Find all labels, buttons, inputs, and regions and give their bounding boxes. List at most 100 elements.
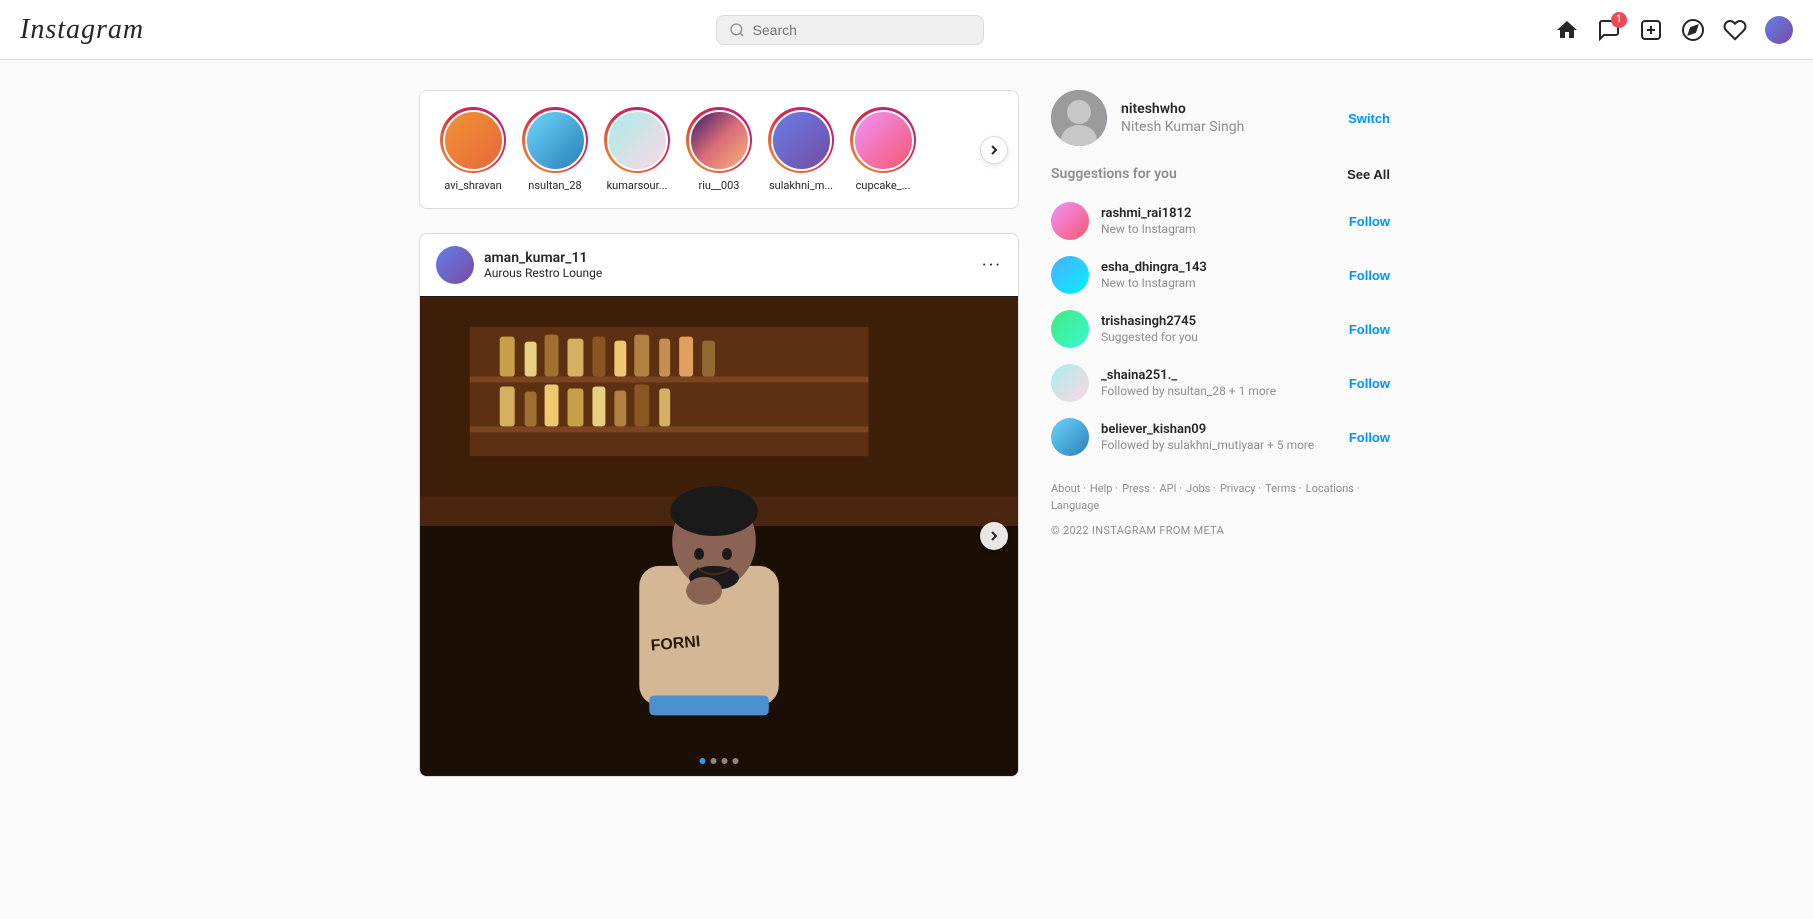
story-avatar bbox=[607, 110, 668, 171]
post-image-next-button[interactable] bbox=[980, 522, 1008, 550]
story-item[interactable]: nsultan_28 bbox=[522, 107, 588, 192]
suggestion-avatar[interactable] bbox=[1051, 310, 1089, 348]
suggestion-text: esha_dhingra_143 New to Instagram bbox=[1101, 260, 1207, 290]
follow-button[interactable]: Follow bbox=[1349, 268, 1390, 283]
post-dot-3[interactable] bbox=[722, 758, 728, 764]
suggestion-left: rashmi_rai1812 New to Instagram bbox=[1051, 202, 1196, 240]
suggestion-avatar[interactable] bbox=[1051, 364, 1089, 402]
suggestion-text: trishasingh2745 Suggested for you bbox=[1101, 314, 1198, 344]
sidebar-footer: About Help Press API Jobs Privacy Terms Locatio… bbox=[1047, 482, 1394, 537]
footer-link[interactable]: About bbox=[1051, 482, 1086, 495]
suggestion-avatar[interactable] bbox=[1051, 418, 1089, 456]
notification-badge: 1 bbox=[1611, 12, 1627, 28]
post-location: Aurous Restro Lounge bbox=[484, 266, 602, 280]
story-username: cupcake_... bbox=[856, 179, 911, 192]
see-all-button[interactable]: See All bbox=[1347, 167, 1390, 182]
suggestions-list: rashmi_rai1812 New to Instagram Follow e… bbox=[1047, 196, 1394, 462]
follow-button[interactable]: Follow bbox=[1349, 214, 1390, 229]
follow-button[interactable]: Follow bbox=[1349, 376, 1390, 391]
post-container: aman_kumar_11 Aurous Restro Lounge ··· bbox=[419, 233, 1019, 777]
post-more-button[interactable]: ··· bbox=[982, 255, 1002, 276]
suggestion-avatar[interactable] bbox=[1051, 202, 1089, 240]
story-avatar bbox=[853, 110, 914, 171]
footer-link[interactable]: Jobs bbox=[1186, 482, 1216, 495]
footer-link[interactable]: Locations bbox=[1306, 482, 1360, 495]
search-icon bbox=[729, 22, 745, 38]
stories-list: avi_shravan nsultan_28 kumarsour... riu_… bbox=[440, 107, 916, 192]
feed-column: avi_shravan nsultan_28 kumarsour... riu_… bbox=[419, 90, 1019, 777]
suggestion-sub: Followed by nsultan_28 + 1 more bbox=[1101, 384, 1276, 398]
post-dot-4[interactable] bbox=[733, 758, 739, 764]
story-avatar-ring bbox=[604, 107, 670, 173]
suggestion-item: believer_kishan09 Followed by sulakhni_m… bbox=[1047, 412, 1394, 462]
create-icon[interactable] bbox=[1639, 18, 1663, 42]
suggestion-left: believer_kishan09 Followed by sulakhni_m… bbox=[1051, 418, 1314, 456]
follow-button[interactable]: Follow bbox=[1349, 430, 1390, 445]
search-bar[interactable] bbox=[716, 15, 984, 45]
story-avatar-ring bbox=[686, 107, 752, 173]
footer-link[interactable]: Terms bbox=[1265, 482, 1302, 495]
story-avatar bbox=[525, 110, 586, 171]
right-sidebar: niteshwho Nitesh Kumar Singh Switch Sugg… bbox=[1047, 90, 1394, 537]
profile-fullname: Nitesh Kumar Singh bbox=[1121, 119, 1244, 135]
suggestion-username: believer_kishan09 bbox=[1101, 422, 1314, 437]
explore-icon[interactable] bbox=[1681, 18, 1705, 42]
suggestion-text: _shaina251._ Followed by nsultan_28 + 1 … bbox=[1101, 368, 1276, 398]
suggestion-left: _shaina251._ Followed by nsultan_28 + 1 … bbox=[1051, 364, 1276, 402]
post-user-avatar bbox=[436, 246, 474, 284]
post-dot-1[interactable] bbox=[700, 758, 706, 764]
suggestion-username: esha_dhingra_143 bbox=[1101, 260, 1207, 275]
story-item[interactable]: avi_shravan bbox=[440, 107, 506, 192]
post-image-dots bbox=[700, 758, 739, 764]
suggestion-item: _shaina251._ Followed by nsultan_28 + 1 … bbox=[1047, 358, 1394, 408]
profile-text: niteshwho Nitesh Kumar Singh bbox=[1121, 101, 1244, 135]
footer-link[interactable]: Language bbox=[1051, 499, 1099, 512]
post-user-info: aman_kumar_11 Aurous Restro Lounge bbox=[484, 250, 602, 280]
post-dot-2[interactable] bbox=[711, 758, 717, 764]
footer-link[interactable]: API bbox=[1159, 482, 1182, 495]
story-item[interactable]: cupcake_... bbox=[850, 107, 916, 192]
post-header: aman_kumar_11 Aurous Restro Lounge ··· bbox=[420, 234, 1018, 296]
suggestion-item: esha_dhingra_143 New to Instagram Follow bbox=[1047, 250, 1394, 300]
stories-next-button[interactable] bbox=[980, 136, 1008, 164]
header-nav: 1 bbox=[1555, 16, 1793, 44]
suggestion-text: believer_kishan09 Followed by sulakhni_m… bbox=[1101, 422, 1314, 452]
story-item[interactable]: riu__003 bbox=[686, 107, 752, 192]
footer-link[interactable]: Press bbox=[1122, 482, 1155, 495]
story-avatar bbox=[443, 110, 504, 171]
suggestion-text: rashmi_rai1812 New to Instagram bbox=[1101, 206, 1196, 236]
story-item[interactable]: kumarsour... bbox=[604, 107, 670, 192]
footer-link[interactable]: Help bbox=[1090, 482, 1118, 495]
story-username: avi_shravan bbox=[444, 179, 501, 192]
search-input[interactable] bbox=[753, 22, 971, 38]
story-username: nsultan_28 bbox=[528, 179, 581, 192]
profile-username: niteshwho bbox=[1121, 101, 1244, 117]
follow-button[interactable]: Follow bbox=[1349, 322, 1390, 337]
post-image-container: FORNI bbox=[420, 296, 1018, 776]
switch-account-button[interactable]: Switch bbox=[1348, 111, 1390, 126]
post-username: aman_kumar_11 bbox=[484, 250, 602, 266]
suggestion-username: _shaina251._ bbox=[1101, 368, 1276, 383]
suggestion-left: trishasingh2745 Suggested for you bbox=[1051, 310, 1198, 348]
story-item[interactable]: sulakhni_m... bbox=[768, 107, 834, 192]
story-avatar-ring bbox=[522, 107, 588, 173]
stories-container: avi_shravan nsultan_28 kumarsour... riu_… bbox=[419, 90, 1019, 209]
post-user[interactable]: aman_kumar_11 Aurous Restro Lounge bbox=[436, 246, 602, 284]
suggestion-sub: New to Instagram bbox=[1101, 276, 1207, 290]
footer-link[interactable]: Privacy bbox=[1220, 482, 1261, 495]
post-image: FORNI bbox=[420, 296, 1018, 776]
profile-avatar[interactable] bbox=[1051, 90, 1107, 146]
main-container: avi_shravan nsultan_28 kumarsour... riu_… bbox=[419, 90, 1394, 777]
story-avatar-ring bbox=[850, 107, 916, 173]
likes-icon[interactable] bbox=[1723, 18, 1747, 42]
profile-avatar-nav[interactable] bbox=[1765, 16, 1793, 44]
suggestion-sub: Suggested for you bbox=[1101, 330, 1198, 344]
story-avatar-ring bbox=[440, 107, 506, 173]
suggestion-username: trishasingh2745 bbox=[1101, 314, 1198, 329]
suggestion-avatar[interactable] bbox=[1051, 256, 1089, 294]
home-icon[interactable] bbox=[1555, 18, 1579, 42]
suggestions-header: Suggestions for you See All bbox=[1047, 166, 1394, 182]
suggestion-item: trishasingh2745 Suggested for you Follow bbox=[1047, 304, 1394, 354]
messages-icon[interactable]: 1 bbox=[1597, 18, 1621, 42]
footer-links: About Help Press API Jobs Privacy Terms Locatio… bbox=[1051, 482, 1390, 512]
